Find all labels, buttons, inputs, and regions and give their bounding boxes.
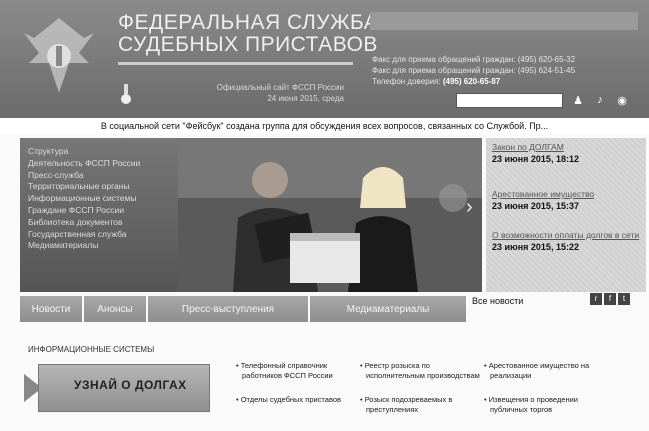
contact-fax2: Факс для приема обращений граждан: (495)… xyxy=(372,66,576,75)
contact-fax1: Факс для приема обращений граждан: (495)… xyxy=(372,55,576,64)
menu-item[interactable]: Медиаматериалы xyxy=(28,240,172,252)
photo-illustration xyxy=(178,138,482,292)
user-icon[interactable]: ♟ xyxy=(570,92,586,108)
title-line2: СУДЕБНЫХ ПРИСТАВОВ xyxy=(118,33,378,56)
news-title[interactable]: Закон по ДОЛГАМ xyxy=(492,142,640,153)
links-column-1: • Телефонный справочник работников ФССП … xyxy=(236,361,356,419)
announcement-ticker[interactable]: В социальной сети "Фейсбук" создана груп… xyxy=(0,118,649,134)
menu-item[interactable]: Пресс-служба xyxy=(28,170,172,182)
info-link[interactable]: • Извещения о проведении публичных торго… xyxy=(484,395,604,415)
news-photo[interactable] xyxy=(178,138,482,292)
info-link[interactable]: • Отделы судебных приставов xyxy=(236,395,356,405)
tab-announcements[interactable]: Анонсы xyxy=(84,296,146,322)
news-item: Арестованное имущество 23 июня 2015, 15:… xyxy=(492,189,640,212)
site-subtitle: Официальный сайт ФССП России 24 июня 201… xyxy=(118,82,344,104)
contact-lines: Факс для приема обращений граждан: (495)… xyxy=(372,54,575,87)
news-item: О возможности оплаты долгов в сети 23 ию… xyxy=(492,230,640,253)
eye-icon[interactable]: ◉ xyxy=(614,92,630,108)
subtitle-text: Официальный сайт ФССП России xyxy=(216,83,344,92)
info-link[interactable]: • Телефонный справочник работников ФССП … xyxy=(236,361,356,381)
left-menu: Структура Деятельность ФССП России Пресс… xyxy=(20,138,180,292)
news-tabs: Новости Анонсы Пресс-выступления Медиама… xyxy=(20,296,466,322)
contact-box-banner xyxy=(370,12,638,30)
menu-item[interactable]: Информационные системы xyxy=(28,193,172,205)
feed-icon[interactable]: t xyxy=(618,293,630,305)
site-header: ФЕДЕРАЛЬНАЯ СЛУЖБА СУДЕБНЫХ ПРИСТАВОВ Оф… xyxy=(0,0,649,118)
contact-hotline: Телефон доверия: (495) 620-65-87 xyxy=(372,76,575,87)
all-news-link[interactable]: Все новости xyxy=(472,296,523,306)
tab-press[interactable]: Пресс-выступления xyxy=(148,296,308,322)
menu-item[interactable]: Граждане ФССП России xyxy=(28,205,172,217)
news-list: Закон по ДОЛГАМ 23 июня 2015, 18:12 Арес… xyxy=(486,138,646,292)
tab-news[interactable]: Новости xyxy=(20,296,82,322)
title-line1: ФЕДЕРАЛЬНАЯ СЛУЖБА xyxy=(118,11,379,34)
slider-next-icon[interactable]: › xyxy=(466,196,473,219)
news-title[interactable]: О возможности оплаты долгов в сети xyxy=(492,230,640,241)
social-icon[interactable]: f xyxy=(604,293,616,305)
rss-icon[interactable]: r xyxy=(590,293,602,305)
info-link[interactable]: • Реестр розыска по исполнительным произ… xyxy=(360,361,480,381)
news-date: 23 июня 2015, 15:37 xyxy=(492,201,579,211)
title-divider xyxy=(118,62,353,65)
menu-item[interactable]: Структура xyxy=(28,146,172,158)
search-input[interactable] xyxy=(456,93,563,108)
menu-item[interactable]: Государственная служба xyxy=(28,229,172,241)
menu-item[interactable]: Деятельность ФССП России xyxy=(28,158,172,170)
sound-icon[interactable]: ♪ xyxy=(592,92,608,108)
news-date: 23 июня 2015, 15:22 xyxy=(492,242,579,252)
info-section-title: ИНФОРМАЦИОННЫЕ СИСТЕМЫ xyxy=(28,345,155,354)
news-date: 23 июня 2015, 18:12 xyxy=(492,154,579,164)
news-item: Закон по ДОЛГАМ 23 июня 2015, 18:12 xyxy=(492,142,640,165)
info-link[interactable]: • Арестованное имущество на реализации xyxy=(484,361,604,381)
header-icons: ♟ ♪ ◉ xyxy=(570,92,630,108)
news-title[interactable]: Арестованное имущество xyxy=(492,189,640,200)
rss-icons: r f t xyxy=(590,293,630,305)
contact-box: Факс для приема обращений граждан: (495)… xyxy=(370,12,638,110)
promo-label: УЗНАЙ О ДОЛГАХ xyxy=(74,378,187,392)
info-link[interactable]: • Розыск подозреваемых в преступлениях xyxy=(360,395,480,415)
promo-banner[interactable]: УЗНАЙ О ДОЛГАХ xyxy=(24,360,210,414)
tab-media[interactable]: Медиаматериалы xyxy=(310,296,466,322)
links-column-2: • Реестр розыска по исполнительным произ… xyxy=(360,361,480,429)
links-column-3: • Арестованное имущество на реализации •… xyxy=(484,361,604,429)
menu-item[interactable]: Территориальные органы xyxy=(28,181,172,193)
emblem-icon xyxy=(24,18,94,93)
hotline-number: (495) 620-65-87 xyxy=(442,77,501,86)
menu-item[interactable]: Библиотека документов xyxy=(28,217,172,229)
hotline-label: Телефон доверия: xyxy=(372,77,441,86)
site-title[interactable]: ФЕДЕРАЛЬНАЯ СЛУЖБА СУДЕБНЫХ ПРИСТАВОВ xyxy=(118,12,378,56)
header-date: 24 июня 2015, среда xyxy=(267,94,344,103)
